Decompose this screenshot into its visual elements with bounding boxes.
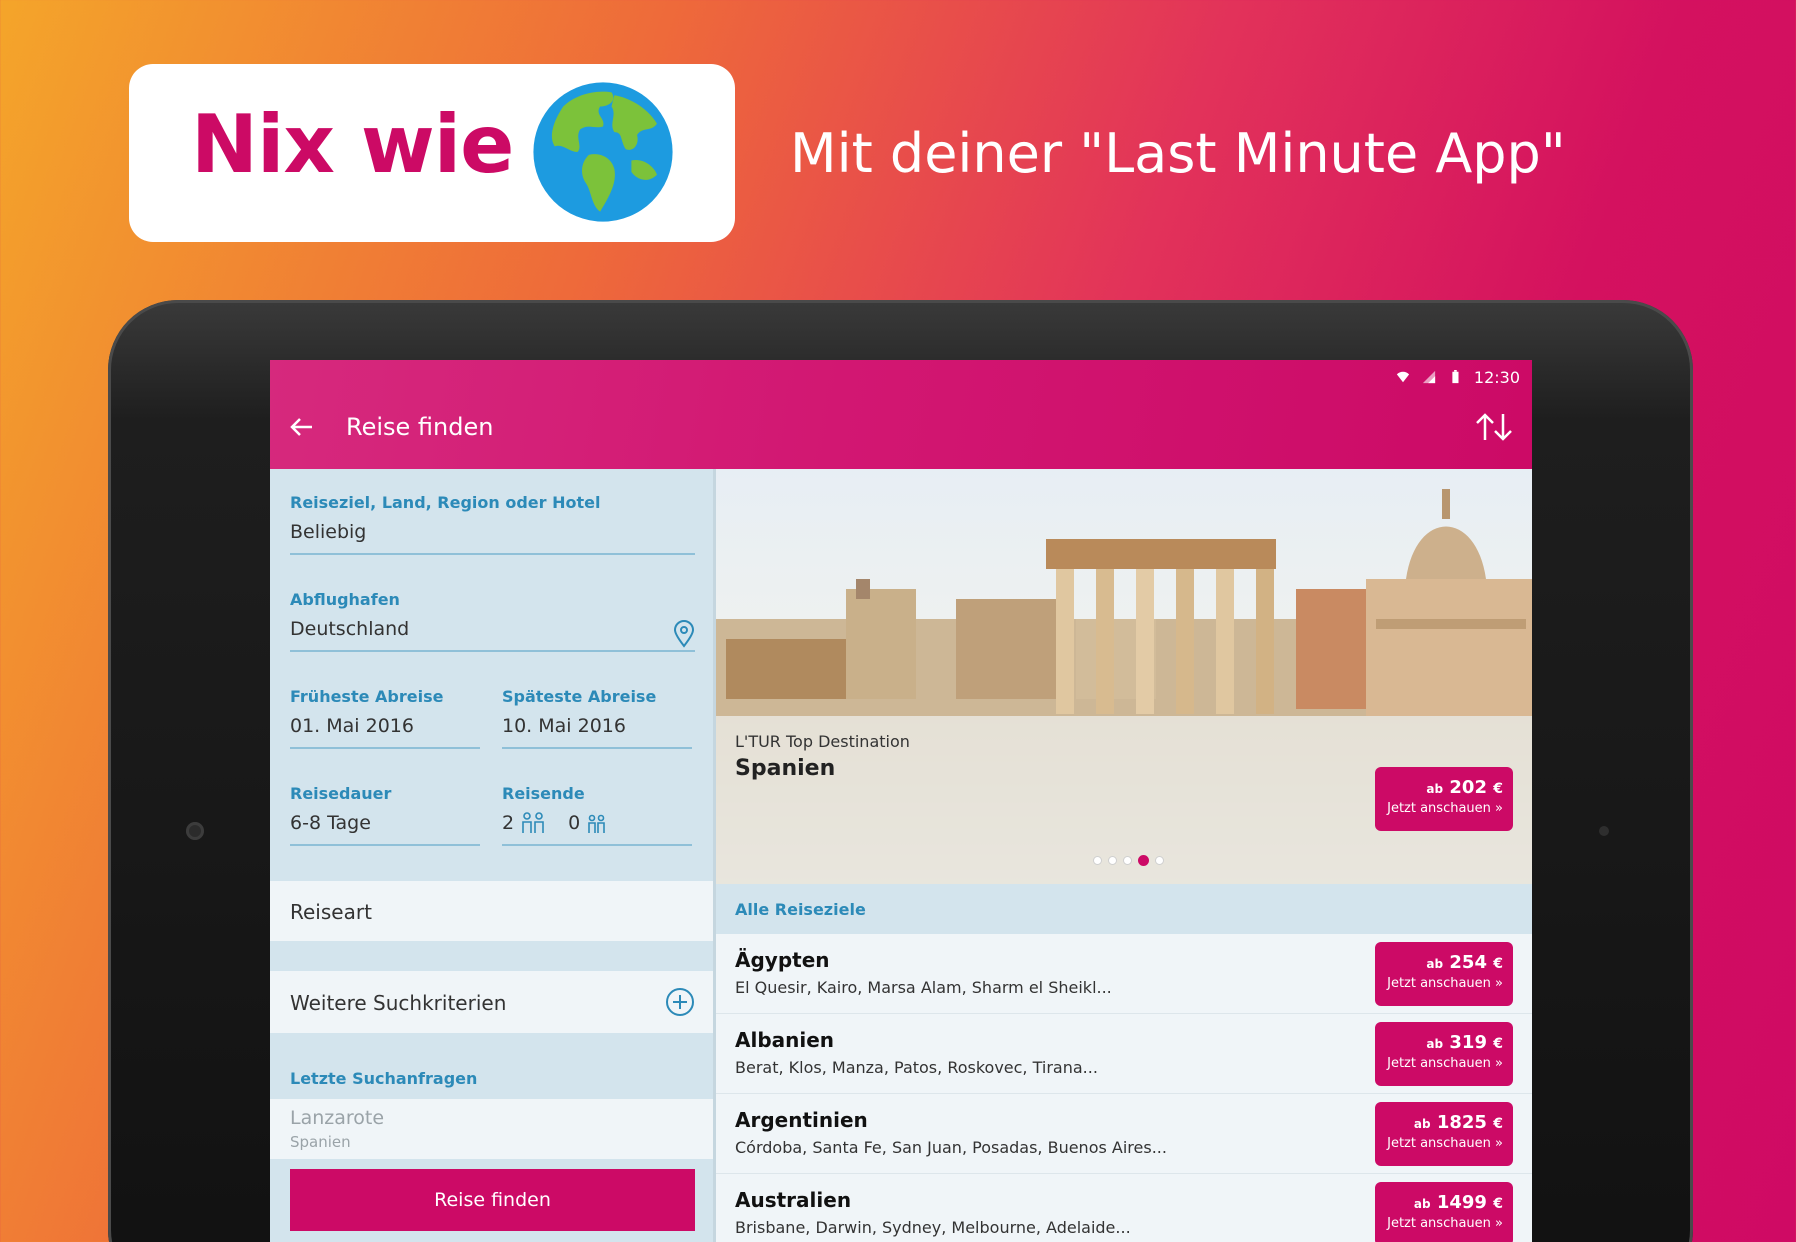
price-button[interactable]: ab 319 € Jetzt anschauen » [1375,1022,1513,1086]
search-panel: Reiseziel, Land, Region oder Hotel Belie… [270,469,713,1242]
battery-icon [1452,370,1459,384]
destination-cities: Brisbane, Darwin, Sydney, Melbourne, Ade… [735,1218,1131,1237]
tablet-camera [186,822,204,840]
children-icon [588,814,605,833]
travellers-field[interactable]: Reisende 2 0 [502,784,692,846]
adults-icon [522,812,544,833]
hero-kicker: L'TUR Top Destination [735,732,910,751]
earliest-label: Früheste Abreise [290,687,444,706]
app-bar: 12:30 Reise finden [270,360,1532,469]
sort-icon[interactable] [1474,410,1514,444]
promo-title: Nix wie [191,98,514,191]
signal-icon [1422,370,1436,384]
location-pin-icon[interactable] [673,620,695,648]
carousel-dot[interactable] [1155,856,1164,865]
destination-cities: Córdoba, Santa Fe, San Juan, Posadas, Bu… [735,1138,1167,1157]
hero-banner[interactable]: L'TUR Top Destination Spanien ab 202 € J… [716,469,1532,884]
more-criteria-row[interactable]: Weitere Suchkriterien [270,971,713,1033]
carousel-dot[interactable] [1093,856,1102,865]
latest-departure-field[interactable]: Späteste Abreise 10. Mai 2016 [502,687,692,749]
promo-tagline: Mit deiner "Last Minute App" [790,122,1566,185]
recent-search-title: Lanzarote [290,1107,385,1129]
destination-name: Australien [735,1188,852,1212]
airport-input[interactable]: Deutschland [290,618,695,652]
price-button[interactable]: ab 1499 € Jetzt anschauen » [1375,1182,1513,1242]
list-item[interactable]: Albanien Berat, Klos, Manza, Patos, Rosk… [716,1014,1532,1094]
all-destinations-label: Alle Reiseziele [735,900,866,919]
earliest-departure-field[interactable]: Früheste Abreise 01. Mai 2016 [290,687,480,749]
promo-card: Nix wie [129,64,735,242]
find-trip-button[interactable]: Reise finden [290,1169,695,1231]
destination-name: Albanien [735,1028,835,1052]
app-screen: 12:30 Reise finden Reiseziel, Land, Regi… [270,360,1532,1242]
duration-label: Reisedauer [290,784,392,803]
hero-title: Spanien [735,756,836,781]
globe-icon [533,82,673,222]
adults-count: 2 [502,812,515,834]
travellers-input[interactable]: 2 0 [502,812,692,846]
list-item[interactable]: Argentinien Córdoba, Santa Fe, San Juan,… [716,1094,1532,1174]
plus-icon[interactable] [665,987,695,1017]
destination-cities: Berat, Klos, Manza, Patos, Roskovec, Tir… [735,1058,1098,1077]
destination-field[interactable]: Reiseziel, Land, Region oder Hotel Belie… [290,493,695,555]
hero-price: ab 202 € [1426,777,1503,798]
destination-name: Argentinien [735,1108,868,1132]
page-title: Reise finden [346,413,494,441]
latest-input[interactable]: 10. Mai 2016 [502,715,692,749]
airport-field[interactable]: Abflughafen Deutschland [290,590,695,652]
carousel-dot[interactable] [1138,855,1149,866]
destination-name: Ägypten [735,948,830,972]
destination-label: Reiseziel, Land, Region oder Hotel [290,493,601,512]
hero-image [716,489,1532,716]
carousel-dot[interactable] [1123,856,1132,865]
status-time: 12:30 [1473,367,1520,387]
tablet-sensor [1599,826,1609,836]
status-bar: 12:30 [1396,366,1520,388]
more-criteria-label: Weitere Suchkriterien [290,991,507,1015]
travel-type-row[interactable]: Reiseart [270,881,713,941]
hero-price-button[interactable]: ab 202 € Jetzt anschauen » [1375,767,1513,831]
latest-label: Späteste Abreise [502,687,657,706]
recent-search-subtitle: Spanien [290,1133,351,1151]
travel-type-label: Reiseart [290,900,372,924]
destination-cities: El Quesir, Kairo, Marsa Alam, Sharm el S… [735,978,1112,997]
list-item[interactable]: Australien Brisbane, Darwin, Sydney, Mel… [716,1174,1532,1242]
earliest-input[interactable]: 01. Mai 2016 [290,715,480,749]
destination-input[interactable]: Beliebig [290,521,695,555]
recent-searches-label: Letzte Suchanfragen [290,1069,478,1088]
duration-field[interactable]: Reisedauer 6-8 Tage [290,784,480,846]
travellers-label: Reisende [502,784,585,803]
list-item[interactable]: Ägypten El Quesir, Kairo, Marsa Alam, Sh… [716,934,1532,1014]
back-arrow-icon[interactable] [286,412,316,442]
price-button[interactable]: ab 1825 € Jetzt anschauen » [1375,1102,1513,1166]
all-destinations-header: Alle Reiseziele [716,884,1532,934]
hero-cta: Jetzt anschauen » [1387,801,1503,816]
wifi-icon [1396,371,1410,383]
carousel-dot[interactable] [1108,856,1117,865]
children-count: 0 [568,812,581,834]
airport-label: Abflughafen [290,590,400,609]
price-button[interactable]: ab 254 € Jetzt anschauen » [1375,942,1513,1006]
carousel-dots [1093,855,1164,866]
duration-input[interactable]: 6-8 Tage [290,812,480,846]
recent-search-item[interactable]: Lanzarote Spanien [270,1099,713,1159]
